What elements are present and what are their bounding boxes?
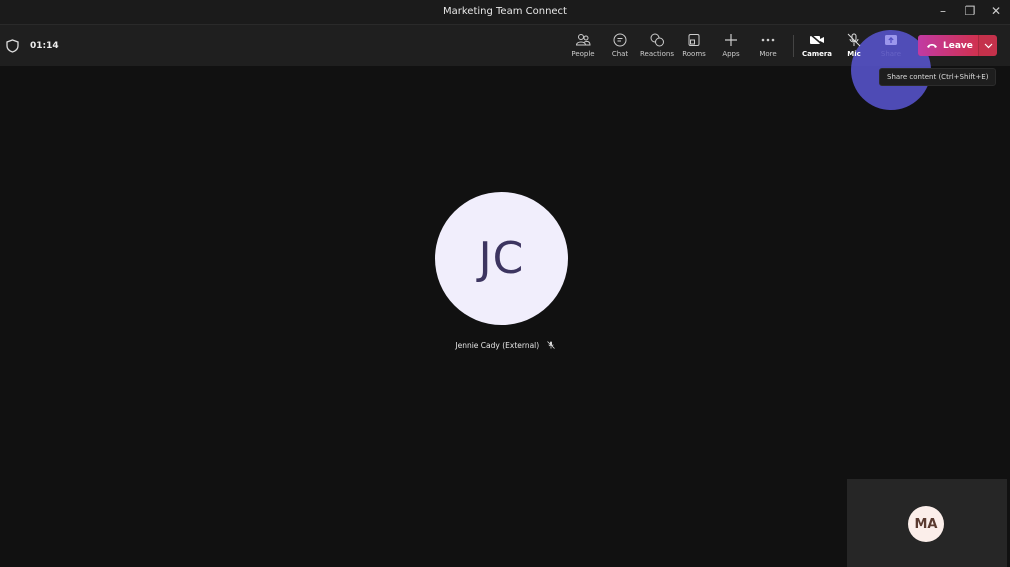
mic-off-icon: [847, 33, 861, 47]
self-avatar: MA: [908, 506, 944, 542]
more-icon: [761, 38, 775, 42]
rooms-button[interactable]: Rooms: [674, 33, 714, 58]
chat-button[interactable]: Chat: [600, 33, 640, 58]
phone-hangup-icon: [927, 44, 937, 48]
participant-avatar: JC: [435, 192, 568, 325]
chevron-down-icon: [984, 43, 992, 48]
people-button[interactable]: People: [563, 33, 603, 58]
close-icon[interactable]: ✕: [988, 4, 1004, 18]
share-tooltip: Share content (Ctrl+Shift+E): [879, 68, 997, 86]
chat-icon: [613, 33, 627, 47]
people-icon: [575, 34, 591, 46]
window-title: Marketing Team Connect: [443, 6, 567, 17]
title-bar: Marketing Team Connect – ❐ ✕: [0, 0, 1010, 25]
mic-muted-icon: [546, 341, 555, 349]
leave-button[interactable]: Leave: [918, 35, 978, 56]
camera-off-icon: [809, 33, 825, 47]
reactions-icon: [650, 33, 664, 47]
divider: [793, 35, 794, 57]
minimize-icon[interactable]: –: [935, 4, 951, 18]
leave-options-dropdown[interactable]: [978, 35, 997, 56]
plus-icon: [725, 34, 737, 46]
rooms-icon: [688, 34, 700, 46]
meeting-timer: 01:14: [30, 41, 59, 51]
meeting-toolbar: 01:14 People Chat Reactions Rooms Apps M…: [0, 25, 1010, 110]
participant-name: Jennie Cady (External): [455, 341, 540, 350]
apps-button[interactable]: Apps: [711, 33, 751, 58]
participant-name-row: Jennie Cady (External): [0, 341, 1010, 350]
shield-icon: [6, 39, 19, 53]
reactions-button[interactable]: Reactions: [637, 33, 677, 58]
more-button[interactable]: More: [748, 33, 788, 58]
restore-icon[interactable]: ❐: [962, 4, 978, 18]
mic-button[interactable]: Mic: [834, 33, 874, 58]
self-view-tile[interactable]: MA: [847, 479, 1007, 567]
camera-button[interactable]: Camera: [797, 33, 837, 58]
share-icon: [885, 35, 897, 45]
share-button[interactable]: Share: [871, 33, 911, 58]
leave-button-group: Leave: [918, 35, 997, 56]
